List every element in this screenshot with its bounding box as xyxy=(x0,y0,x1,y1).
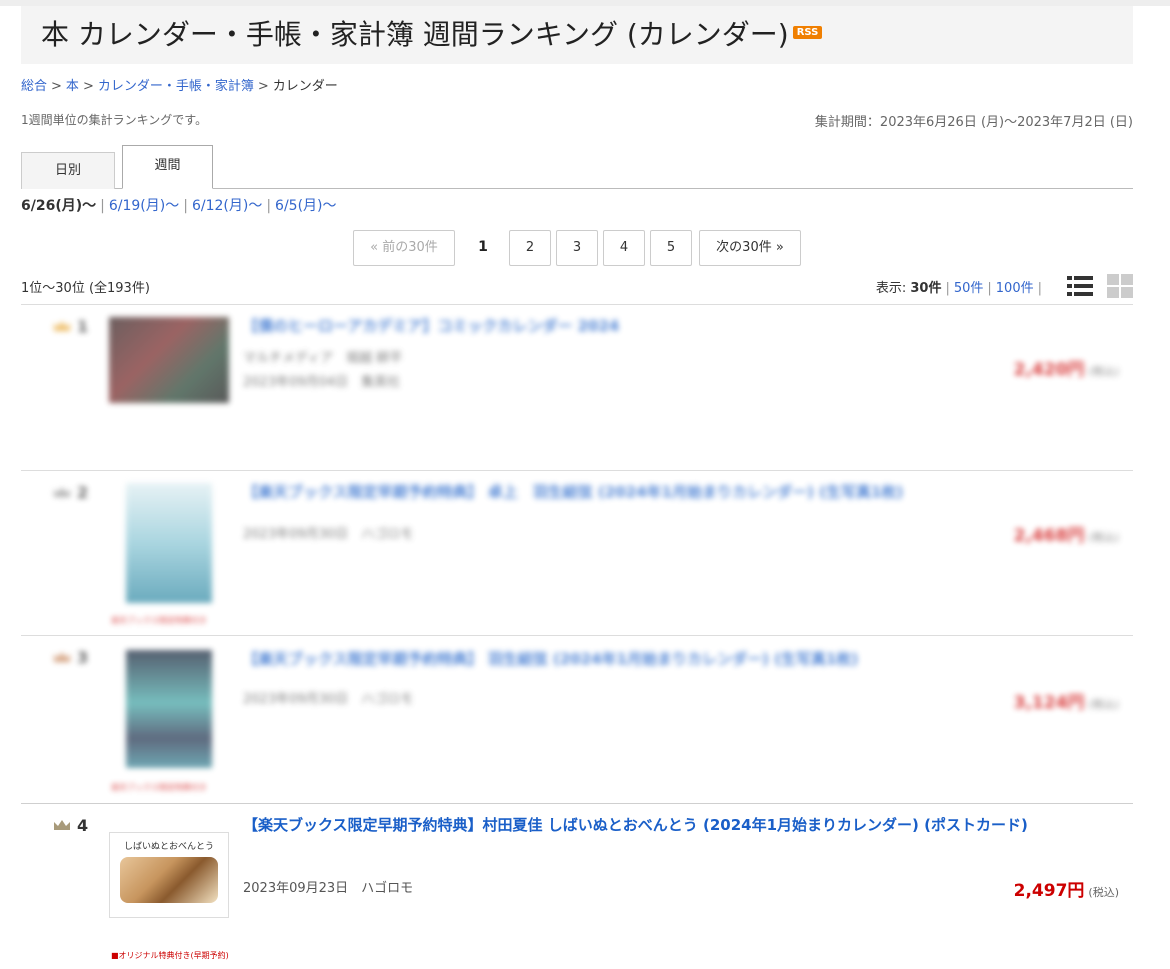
week-separator: | xyxy=(183,198,188,214)
page-title-text: 本 カレンダー・手帳・家計簿 週間ランキング (カレンダー) xyxy=(41,18,789,51)
product-meta: 2023年09月30日 ハゴロモ xyxy=(243,692,414,707)
display-count-selector: 表示: 30件 | 50件 | 100件 | xyxy=(875,281,1042,296)
page-button[interactable]: 2 xyxy=(509,230,551,266)
display-option-100[interactable]: 100件 xyxy=(996,281,1034,296)
ranking-item: 2 【楽天ブックス限定早期予約特典】 卓上 羽生結弦 (2024年1月始まりカレ… xyxy=(21,471,1133,635)
ranking-item: 1 【僕のヒーローアカデミア】コミックカレンダー 2024 マルチメディア 堀越… xyxy=(21,305,1133,470)
tab-daily[interactable]: 日別 xyxy=(21,152,115,189)
week-link[interactable]: 6/5(月)〜 xyxy=(275,198,336,214)
result-count: 1位〜30位 (全193件) xyxy=(21,281,150,296)
breadcrumb-separator: > xyxy=(82,79,94,94)
rank-label: 4 xyxy=(53,816,88,835)
page-button[interactable]: 5 xyxy=(650,230,692,266)
product-title[interactable]: 【僕のヒーローアカデミア】コミックカレンダー 2024 xyxy=(243,315,619,337)
crown-icon xyxy=(54,651,70,662)
product-price: 2,468円 (税込) xyxy=(1014,521,1119,546)
thumb-title: しばいぬとおべんとう xyxy=(124,842,215,852)
price-value: 2,468円 xyxy=(1013,526,1085,546)
breadcrumb-current: カレンダー xyxy=(272,79,338,94)
current-page: 1 xyxy=(478,239,488,255)
product-title[interactable]: 【楽天ブックス限定早期予約特典】 卓上 羽生結弦 (2024年1月始まりカレンダ… xyxy=(243,481,903,503)
product-meta: 2023年09月23日 ハゴロモ xyxy=(243,881,414,896)
product-image[interactable] xyxy=(126,483,212,603)
week-link[interactable]: 6/19(月)〜 xyxy=(109,198,179,214)
tax-label: (税込) xyxy=(1088,531,1119,544)
special-badge: 楽天ブックス限定特典付き xyxy=(111,783,207,792)
breadcrumb-separator: > xyxy=(257,79,269,94)
ranking-tabs: 日別 週間 xyxy=(21,144,1133,189)
tax-label: (税込) xyxy=(1088,698,1119,711)
ranking-description: 1週間単位の集計ランキングです。 xyxy=(21,113,208,127)
product-price: 2,497円 (税込) xyxy=(1014,876,1119,901)
product-image[interactable]: しばいぬとおべんとう xyxy=(109,832,229,918)
crown-icon xyxy=(54,320,70,331)
tax-label: (税込) xyxy=(1088,365,1119,378)
special-badge: 楽天ブックス限定特典付き xyxy=(111,616,207,625)
list-view-icon[interactable] xyxy=(1067,274,1093,298)
page-title: 本 カレンダー・手帳・家計簿 週間ランキング (カレンダー) RSS xyxy=(41,13,823,53)
price-value: 2,497円 xyxy=(1013,881,1085,901)
product-title[interactable]: 【楽天ブックス限定早期予約特典】 羽生結弦 (2024年1月始まりカレンダー) … xyxy=(243,648,858,670)
page-button[interactable]: 4 xyxy=(603,230,645,266)
rss-icon[interactable]: RSS xyxy=(792,25,823,39)
rank-label: 1 xyxy=(53,317,88,336)
ranking-item: 3 【楽天ブックス限定早期予約特典】 羽生結弦 (2024年1月始まりカレンダー… xyxy=(21,636,1133,803)
week-current: 6/26(月)〜 xyxy=(21,198,97,214)
grid-view-icon[interactable] xyxy=(1107,274,1133,298)
thumb-illustration xyxy=(120,857,218,903)
rank-number: 3 xyxy=(77,648,89,667)
display-option-50[interactable]: 50件 xyxy=(954,281,984,296)
week-separator: | xyxy=(266,198,272,214)
product-image[interactable] xyxy=(126,650,212,768)
week-link[interactable]: 6/12(月)〜 xyxy=(192,198,262,214)
breadcrumb-item-calendar-planner[interactable]: カレンダー・手帳・家計簿 xyxy=(98,79,254,94)
special-badge: ■オリジナル特典付き(早期予約) xyxy=(111,951,229,960)
rank-label: 2 xyxy=(53,483,88,502)
rank-label: 3 xyxy=(53,648,88,667)
rank-number: 4 xyxy=(77,816,89,835)
tax-label: (税込) xyxy=(1088,886,1119,899)
next-page-button[interactable]: 次の30件 » xyxy=(699,230,801,266)
crown-icon xyxy=(54,486,70,497)
breadcrumb-item-all[interactable]: 総合 xyxy=(21,79,47,94)
price-value: 2,420円 xyxy=(1013,360,1085,380)
breadcrumb: 総合 > 本 > カレンダー・手帳・家計簿 > カレンダー xyxy=(21,75,338,94)
product-image[interactable] xyxy=(109,317,229,403)
ranking-item: 4 しばいぬとおべんとう 【楽天ブックス限定早期予約特典】村田夏佳 しばいぬとお… xyxy=(21,804,1133,969)
week-selector: 6/26(月)〜 | 6/19(月)〜 | 6/12(月)〜 | 6/5(月)〜 xyxy=(21,195,337,215)
breadcrumb-separator: > xyxy=(51,79,62,94)
product-price: 2,420円 (税込) xyxy=(1014,355,1119,380)
week-separator: | xyxy=(100,198,105,214)
product-title[interactable]: 【楽天ブックス限定早期予約特典】村田夏佳 しばいぬとおべんとう (2024年1月… xyxy=(243,814,1123,836)
tab-weekly[interactable]: 週間 xyxy=(122,145,213,189)
display-label: 表示: xyxy=(875,281,907,296)
product-meta: 2023年09月04日 集英社 xyxy=(243,375,401,390)
aggregation-period: 集計期間：2023年6月26日 (月)〜2023年7月2日 (日) xyxy=(814,115,1133,130)
rank-number: 1 xyxy=(77,317,89,336)
product-price: 3,124円 (税込) xyxy=(1014,688,1119,713)
display-current: 30件 xyxy=(910,281,942,296)
crown-icon xyxy=(54,819,70,830)
title-bar: 本 カレンダー・手帳・家計簿 週間ランキング (カレンダー) RSS xyxy=(21,6,1133,64)
product-meta: マルチメディア 堀越 耕平 xyxy=(243,351,403,366)
page-button[interactable]: 3 xyxy=(556,230,598,266)
breadcrumb-item-books[interactable]: 本 xyxy=(66,79,79,94)
rank-number: 2 xyxy=(77,483,89,502)
product-meta: 2023年09月30日 ハゴロモ xyxy=(243,527,414,542)
prev-page-button[interactable]: « 前の30件 xyxy=(353,230,455,266)
price-value: 3,124円 xyxy=(1013,693,1085,713)
